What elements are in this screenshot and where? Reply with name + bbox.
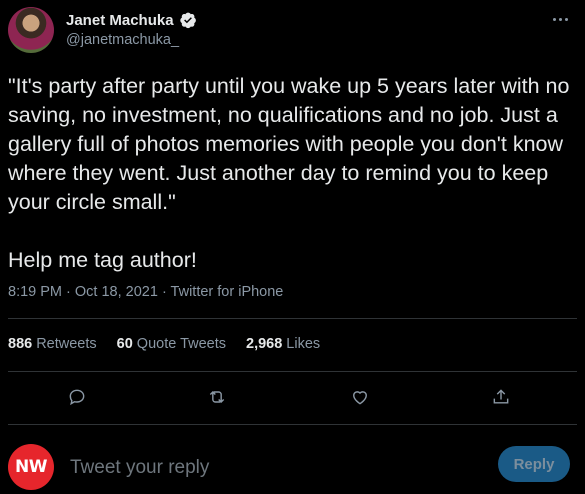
- tweet-header: Janet Machuka @janetmachuka_: [0, 0, 585, 62]
- reply-icon[interactable]: [60, 380, 94, 414]
- more-options-icon[interactable]: [549, 10, 571, 28]
- likes-stat[interactable]: 2,968 Likes: [246, 336, 320, 352]
- likes-count: 2,968: [246, 336, 283, 352]
- tweet-timestamp[interactable]: 8:19 PM · Oct 18, 2021 ·: [8, 284, 171, 300]
- user-avatar[interactable]: NW: [8, 444, 54, 490]
- likes-label: Likes: [286, 336, 321, 352]
- divider: [8, 424, 577, 425]
- reply-input[interactable]: [68, 452, 472, 484]
- tweet-meta: 8:19 PM · Oct 18, 2021 · Twitter for iPh…: [8, 284, 283, 300]
- retweet-icon[interactable]: [200, 380, 234, 414]
- avatar-badge-text: NW: [15, 457, 47, 477]
- divider: [8, 318, 577, 319]
- author-name[interactable]: Janet Machuka: [66, 12, 174, 29]
- tweet-actions: [0, 380, 585, 414]
- reply-composer: NW Reply: [0, 434, 585, 494]
- verified-badge-icon: [179, 12, 196, 29]
- retweets-stat[interactable]: 886 Retweets: [8, 336, 97, 352]
- tweet-source[interactable]: Twitter for iPhone: [171, 284, 284, 300]
- tweet-stats: 886 Retweets 60 Quote Tweets 2,968 Likes: [8, 336, 320, 352]
- like-icon[interactable]: [343, 380, 377, 414]
- retweets-label: Retweets: [36, 336, 97, 352]
- author-avatar[interactable]: [8, 7, 54, 53]
- reply-button[interactable]: Reply: [498, 446, 570, 482]
- quote-tweets-stat[interactable]: 60 Quote Tweets: [117, 336, 226, 352]
- quotes-label: Quote Tweets: [136, 336, 226, 352]
- quotes-count: 60: [116, 336, 133, 352]
- author-name-row: Janet Machuka: [66, 11, 197, 29]
- tweet-text: "It's party after party until you wake u…: [8, 74, 570, 272]
- author-handle[interactable]: @janetmachuka_: [66, 32, 179, 48]
- share-icon[interactable]: [484, 380, 518, 414]
- retweets-count: 886: [8, 336, 33, 352]
- divider: [8, 371, 577, 372]
